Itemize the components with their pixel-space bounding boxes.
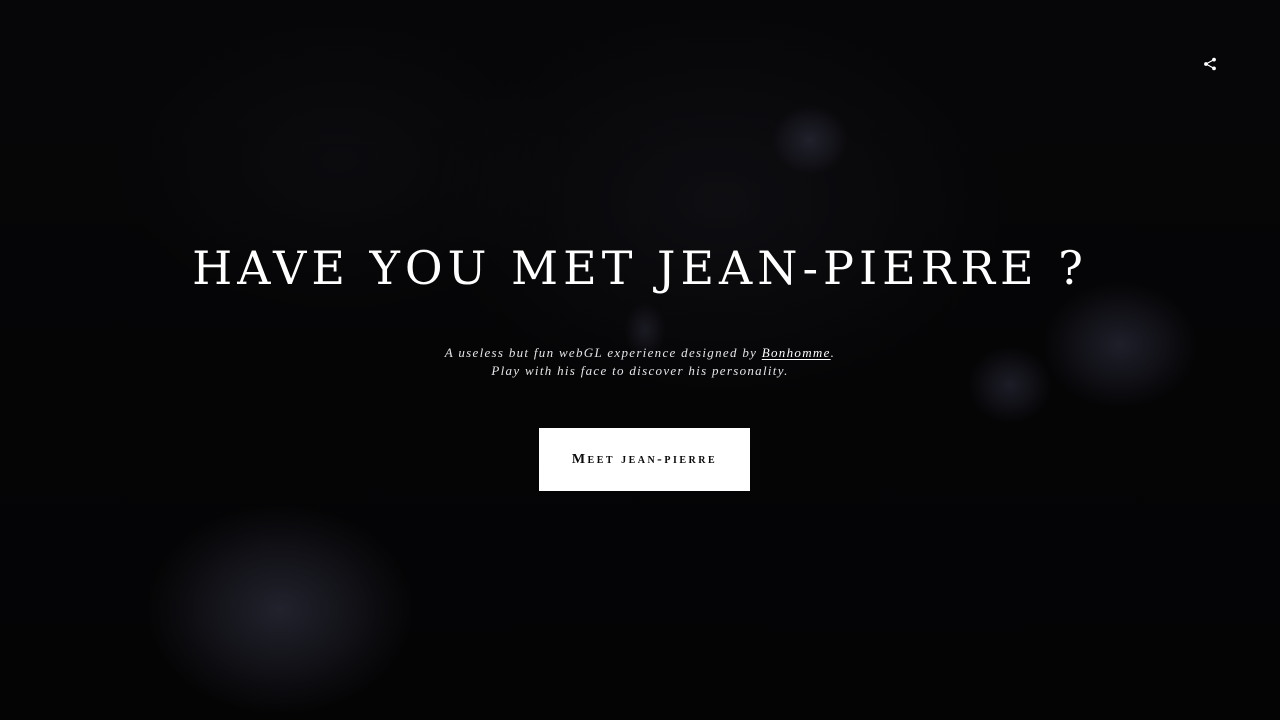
description-prefix: A useless but fun webGL experience desig…: [444, 345, 762, 360]
share-icon: [1204, 57, 1216, 71]
description-line-2: Play with his face to discover his perso…: [491, 363, 789, 378]
hero: HAVE YOU MET JEAN-PIERRE ? A useless but…: [0, 236, 1280, 380]
share-button[interactable]: [1196, 50, 1224, 78]
hero-description: A useless but fun webGL experience desig…: [0, 344, 1280, 380]
description-line-1: A useless but fun webGL experience desig…: [0, 344, 1280, 362]
bonhomme-link[interactable]: Bonhomme: [762, 345, 831, 360]
description-suffix: .: [830, 345, 836, 360]
meet-jean-pierre-button[interactable]: Meet jean-pierre: [539, 428, 750, 491]
page-title: HAVE YOU MET JEAN-PIERRE ?: [192, 241, 1088, 295]
